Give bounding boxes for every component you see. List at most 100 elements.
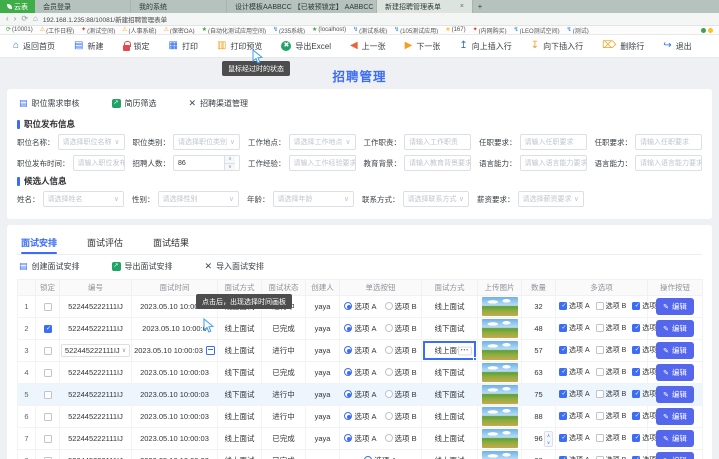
bookmark-item[interactable]: ⚠(工作日程) bbox=[40, 26, 74, 35]
browser-tab-1[interactable]: 我的系统 bbox=[131, 0, 227, 13]
time-cell[interactable]: 2023.05.10 10:00:03 bbox=[132, 428, 218, 450]
home-icon[interactable]: ⌂ bbox=[33, 15, 38, 23]
chevron-down-icon[interactable]: ∨ bbox=[574, 195, 579, 203]
checkbox-option[interactable]: 选项 B bbox=[596, 367, 627, 377]
edit-button[interactable]: ✎编辑 bbox=[656, 430, 694, 447]
edit-button[interactable]: ✎编辑 bbox=[656, 364, 694, 381]
import-interview-button[interactable]: ✕导入面试安排 bbox=[205, 261, 265, 272]
select-input[interactable]: 请选择姓名∨ bbox=[43, 191, 125, 207]
bookmark-item[interactable]: ⚠(保密OA) bbox=[164, 26, 195, 35]
checkbox-icon[interactable] bbox=[596, 346, 604, 354]
radio-option-a[interactable]: 选项 A bbox=[344, 433, 376, 444]
checkbox-icon[interactable] bbox=[596, 368, 604, 376]
uploaded-image[interactable] bbox=[482, 451, 518, 459]
bookmark-item[interactable]: ★(localhost) bbox=[312, 27, 346, 33]
radio-option-b[interactable]: 选项 B bbox=[385, 411, 417, 422]
browser-tab-0[interactable]: 会员登录 bbox=[35, 0, 131, 13]
radio-option-a[interactable]: 选项 A bbox=[344, 367, 376, 378]
qty-cell[interactable]: 63 bbox=[522, 362, 556, 384]
toolbar-exit-button[interactable]: ↪退出 bbox=[663, 41, 691, 52]
checkbox-option[interactable]: 选项 B bbox=[596, 411, 627, 421]
id-select[interactable]: 522445222111IJ∨ bbox=[61, 344, 130, 357]
toolbar-next-record-button[interactable]: ▶下一张 bbox=[405, 41, 441, 52]
time-cell[interactable]: 2023.05.10 10:00:03 bbox=[132, 340, 218, 362]
chevron-down-icon[interactable]: ∨ bbox=[344, 195, 349, 203]
select-input[interactable]: 请选择职位类别∨ bbox=[173, 134, 240, 150]
tab-面试评估[interactable]: 面试评估 bbox=[85, 232, 125, 254]
calendar-icon[interactable] bbox=[206, 346, 215, 355]
checkbox-icon[interactable] bbox=[596, 390, 604, 398]
radio-option-a[interactable]: 选项 A bbox=[344, 301, 376, 312]
toolbar-new-button[interactable]: ▤新建 bbox=[74, 41, 103, 52]
checkbox-icon[interactable] bbox=[596, 434, 604, 442]
mode2-cell[interactable]: 线上面试 bbox=[422, 296, 478, 318]
bookmark-item[interactable]: ↯(LEO测试空间) bbox=[514, 26, 560, 35]
step-down-icon[interactable]: ∨ bbox=[545, 439, 552, 446]
checkbox-option[interactable]: 选项 B bbox=[596, 323, 627, 333]
browser-tab-3[interactable]: 新建招聘管理表单× bbox=[377, 0, 473, 13]
uploaded-image[interactable] bbox=[482, 297, 518, 316]
radio-option-a[interactable]: 选项 A bbox=[344, 389, 376, 400]
lock-checkbox[interactable] bbox=[44, 303, 52, 311]
browser-tab-2[interactable]: 设计模板AABBCC 【已被预锁定】 AABBCC bbox=[227, 0, 377, 13]
toolbar-export-excel-button[interactable]: ✖导出Excel bbox=[281, 41, 331, 52]
qty-cell[interactable]: 57 bbox=[522, 340, 556, 362]
chevron-down-icon[interactable]: ∨ bbox=[459, 195, 464, 203]
time-cell[interactable]: 2023.05.10 10:00:03 bbox=[132, 450, 218, 459]
checkbox-option[interactable]: 选项 A bbox=[559, 433, 590, 443]
toolbar-delete-row-button[interactable]: ⌦删除行 bbox=[602, 41, 644, 52]
resume-filter-button[interactable]: ↗简历筛选 bbox=[112, 98, 157, 109]
back-icon[interactable]: ‹ bbox=[6, 15, 9, 23]
radio-option-b[interactable]: 选项 B bbox=[385, 323, 417, 334]
radio-option-b[interactable]: 选项 B bbox=[385, 345, 417, 356]
checkbox-option[interactable]: 选项 B bbox=[596, 389, 627, 399]
qty-stepper[interactable]: ∧∨ bbox=[544, 431, 553, 447]
input-input[interactable]: 请输入工作职责 bbox=[404, 134, 471, 150]
checkbox-option[interactable]: 选项 A bbox=[559, 367, 590, 377]
checkbox-icon[interactable] bbox=[559, 368, 567, 376]
lock-checkbox[interactable] bbox=[44, 435, 52, 443]
lock-checkbox[interactable] bbox=[44, 325, 52, 333]
edit-button[interactable]: ✎编辑 bbox=[656, 298, 694, 315]
step-up-icon[interactable]: ∧ bbox=[225, 156, 235, 164]
browser-home-tab[interactable]: 云表 bbox=[0, 0, 35, 13]
selected-cell[interactable]: 线上面试••• bbox=[423, 341, 476, 360]
input-input[interactable]: 请输入任职要求 bbox=[635, 134, 702, 150]
toolbar-print-button[interactable]: ▦打印 bbox=[169, 41, 198, 52]
export-interview-button[interactable]: ↗导出面试安排 bbox=[112, 261, 173, 272]
checkbox-option[interactable]: 选项 B bbox=[596, 433, 627, 443]
tab-面试结果[interactable]: 面试结果 bbox=[151, 232, 191, 254]
edit-button[interactable]: ✎编辑 bbox=[656, 342, 694, 359]
uploaded-image[interactable] bbox=[482, 385, 518, 404]
radio-option-b[interactable]: 选项 B bbox=[385, 389, 417, 400]
checkbox-icon[interactable] bbox=[632, 390, 640, 398]
select-input[interactable]: 请选择工作地点∨ bbox=[289, 134, 356, 150]
checkbox-icon[interactable] bbox=[632, 368, 640, 376]
time-cell[interactable]: 2023.05.10 10:00:03 bbox=[132, 362, 218, 384]
radio-option-a[interactable]: 选项 A bbox=[344, 411, 376, 422]
toolbar-lock-button[interactable]: 锁定 bbox=[123, 41, 150, 52]
select-input[interactable]: 请选择薪资要求∨ bbox=[518, 191, 585, 207]
bookmark-item[interactable]: ✦(内网购买) bbox=[473, 26, 507, 35]
radio-option-b[interactable]: 选项 B bbox=[385, 301, 417, 312]
radio-option-a[interactable]: 选项 A bbox=[364, 455, 396, 459]
number-input[interactable]: 86∧∨ bbox=[173, 155, 240, 171]
input-input[interactable]: 请输入工作经验要求 bbox=[289, 155, 356, 171]
checkbox-icon[interactable] bbox=[559, 434, 567, 442]
edit-button[interactable]: ✎编辑 bbox=[656, 386, 694, 403]
url-text[interactable]: 192.168.1.235:88/10081/新建招聘管理表单 bbox=[43, 14, 167, 24]
chevron-down-icon[interactable]: ∨ bbox=[122, 347, 126, 354]
checkbox-icon[interactable] bbox=[632, 412, 640, 420]
radio-option-b[interactable]: 选项 B bbox=[385, 433, 417, 444]
radio-option-a[interactable]: 选项 A bbox=[344, 345, 376, 356]
job-demand-audit-button[interactable]: ▤职位需求审核 bbox=[19, 98, 80, 109]
checkbox-icon[interactable] bbox=[559, 324, 567, 332]
bookmark-item[interactable]: ⟳(10001) bbox=[6, 27, 33, 33]
lock-checkbox[interactable] bbox=[44, 369, 52, 377]
date-input[interactable]: 请输入职位发布时间▦ bbox=[73, 155, 125, 171]
channel-manage-button[interactable]: ✕招聘渠道管理 bbox=[189, 98, 249, 109]
uploaded-image[interactable] bbox=[482, 429, 518, 448]
select-input[interactable]: 请选择性别∨ bbox=[158, 191, 240, 207]
toolbar-insert-row-below-button[interactable]: ↧向下插入行 bbox=[531, 41, 583, 52]
checkbox-option[interactable]: 选项 B bbox=[596, 301, 627, 311]
